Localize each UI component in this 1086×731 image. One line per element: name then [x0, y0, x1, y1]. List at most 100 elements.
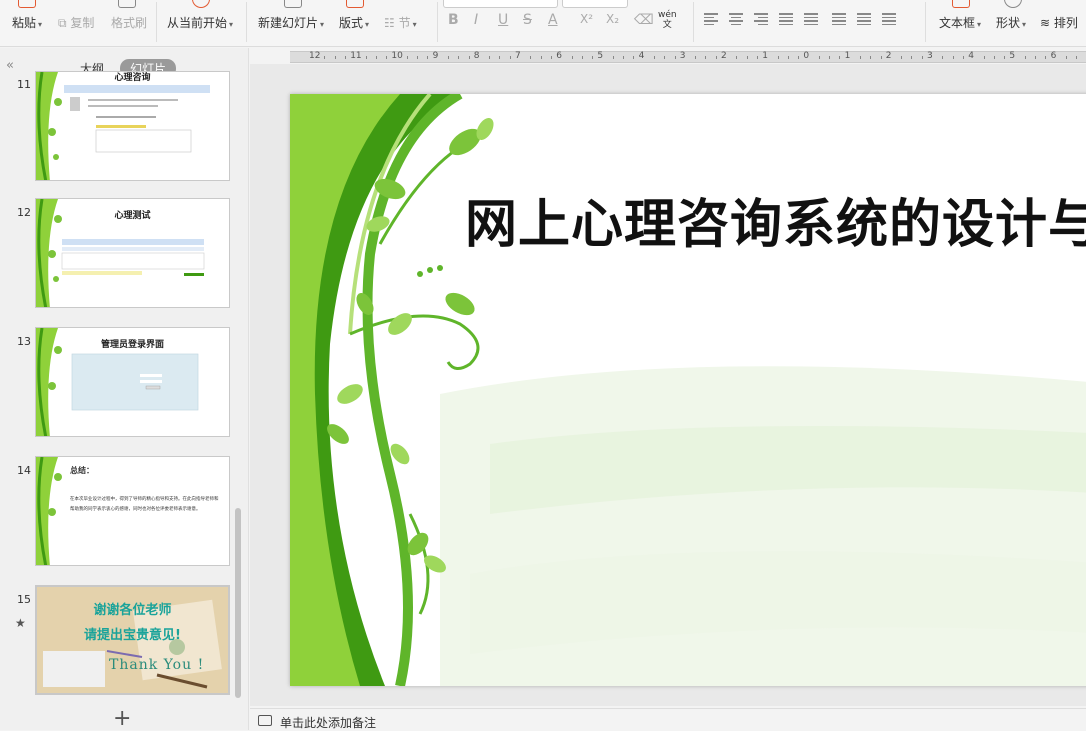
ruler-tick — [787, 56, 789, 59]
ruler-tick — [664, 56, 666, 59]
ruler-tick — [1076, 56, 1078, 59]
horizontal-ruler: 12 11 10 9 8 7 6 5 4 3 2 1 0 1 2 3 4 5 6 — [290, 51, 1086, 63]
add-slide-button[interactable]: + — [113, 708, 131, 730]
ruler-tick — [921, 56, 923, 59]
slide-thumbnail-body: 在本次毕业设计过程中，得到了导师的精心指导和支持。在此向指导老师和帮助我的同学表… — [70, 497, 219, 512]
slide-title[interactable]: 网上心理咨询系统的设计与 — [465, 182, 1086, 257]
ruler-tick — [983, 56, 985, 59]
ruler-tick — [447, 56, 449, 59]
copy-button[interactable]: ⧉ 复制 — [58, 14, 94, 31]
slide-thumbnail-12[interactable]: 心理测试 — [35, 198, 230, 308]
ruler-tick — [746, 56, 748, 59]
font-name-select[interactable] — [443, 0, 558, 8]
slide-thumbnail-title: 心理咨询 — [114, 73, 151, 83]
panel-scrollbar[interactable] — [235, 508, 241, 698]
ruler-tick — [633, 56, 635, 59]
ruler-label: 5 — [597, 51, 604, 61]
list-icon[interactable] — [882, 13, 896, 25]
ruler-tick — [674, 56, 676, 59]
slide-number: 13 — [17, 335, 31, 348]
slide-number: 14 — [17, 464, 31, 477]
notes-bar[interactable]: 单击此处添加备注 — [250, 708, 1086, 730]
ruler-label: 9 — [432, 51, 439, 61]
current-slide[interactable]: 网上心理咨询系统的设计与 — [290, 94, 1086, 686]
slide-thumbnail-15[interactable]: 谢谢各位老师 请提出宝贵意见! Thank You ! — [35, 585, 230, 695]
arrange-button[interactable]: ≋ 排列 — [1040, 14, 1078, 31]
strikethrough-icon[interactable]: S — [523, 12, 532, 28]
align-left-icon[interactable] — [704, 13, 718, 25]
textbox-icon — [952, 0, 970, 8]
ruler-tick — [829, 56, 830, 59]
subscript-icon[interactable]: X₂ — [606, 12, 619, 26]
italic-icon[interactable]: I — [474, 12, 478, 28]
underline-icon[interactable]: U — [498, 12, 508, 28]
ruler-tick — [859, 56, 861, 59]
shape-button[interactable]: 形状 ▾ — [996, 14, 1026, 31]
ruler-label: 6 — [1050, 51, 1057, 61]
align-right-icon[interactable] — [754, 13, 768, 25]
eraser-icon[interactable]: ⌫ — [634, 12, 654, 28]
slide-thumbnail-11[interactable]: 心理咨询 — [35, 71, 230, 181]
notes-placeholder[interactable]: 单击此处添加备注 — [280, 714, 376, 731]
section-button[interactable]: ☷ 节 ▾ — [384, 14, 417, 31]
ruler-tick — [623, 56, 624, 59]
slide-thumbnail-title: 管理员登录界面 — [100, 340, 164, 350]
shape-icon — [1004, 0, 1022, 8]
ruler-tick — [344, 56, 346, 59]
ruler-tick — [550, 56, 552, 59]
ruler-tick — [509, 56, 511, 59]
ruler-tick — [540, 56, 542, 59]
ruler-tick — [818, 56, 820, 59]
ruler-tick — [1035, 56, 1036, 59]
align-center-icon[interactable] — [729, 13, 743, 25]
new-slide-button[interactable]: 新建幻灯片 ▾ — [258, 14, 324, 31]
thank-you-text: Thank You ! — [109, 657, 205, 673]
slide-thumbnail-title: 总结： — [70, 466, 94, 475]
collapse-panel-button[interactable]: « — [6, 58, 14, 73]
slide-thumbnail-title: 心理测试 — [114, 211, 151, 221]
slide-number: 11 — [17, 78, 31, 91]
ruler-label: 0 — [803, 51, 810, 61]
slide-thumbnail-13[interactable]: 管理员登录界面 — [35, 327, 230, 437]
font-color-icon[interactable]: A — [548, 12, 558, 28]
ruler-label: 7 — [515, 51, 521, 61]
text-box-button[interactable]: 文本框 ▾ — [939, 14, 981, 31]
ruler-tick — [962, 56, 964, 59]
distribute-icon[interactable] — [804, 13, 818, 25]
format-painter-button[interactable]: 格式刷 — [111, 14, 147, 31]
ruler-tick — [406, 56, 408, 59]
ruler-tick — [581, 56, 583, 59]
pinyin-icon[interactable]: wén 文 — [658, 10, 677, 30]
ruler-tick — [1024, 56, 1026, 59]
bold-icon[interactable]: B — [448, 12, 459, 28]
ruler-label: 5 — [1009, 51, 1016, 61]
section-icon: ☷ — [384, 16, 399, 30]
superscript-icon[interactable]: X² — [580, 12, 593, 26]
notes-icon — [258, 715, 272, 726]
ruler-tick — [468, 56, 470, 59]
vine-decoration-icon — [36, 72, 210, 180]
ruler-tick — [839, 56, 841, 59]
ruler-tick — [695, 56, 697, 59]
slide-thumbnail-14[interactable]: 总结： 在本次毕业设计过程中，得到了导师的精心指导和支持。在此向指导老师和帮助我… — [35, 456, 230, 566]
ruler-label: 2 — [885, 51, 892, 61]
justify-icon[interactable] — [779, 13, 793, 25]
thanks-line-2: 请提出宝贵意见! — [84, 628, 181, 643]
ruler-tick — [324, 56, 326, 59]
thanks-line-1: 谢谢各位老师 — [93, 603, 172, 618]
indent-icon[interactable] — [857, 13, 871, 25]
ruler-label: 12 — [309, 51, 321, 61]
format-painter-icon — [118, 0, 136, 8]
ruler-tick — [911, 56, 913, 59]
ruler-tick — [427, 56, 429, 59]
slide-panel: « 大纲 幻灯片 11 心理咨询 12 心理测试 13 管理员登录界面 14 总… — [0, 48, 249, 730]
slide-number: 12 — [17, 206, 31, 219]
layout-button[interactable]: 版式 ▾ — [339, 14, 369, 31]
ruler-tick — [612, 56, 614, 59]
new-slide-icon — [284, 0, 302, 8]
paste-button[interactable]: 粘贴 ▾ — [12, 14, 42, 31]
ruler-tick — [365, 56, 367, 59]
from-current-button[interactable]: 从当前开始 ▾ — [167, 14, 233, 31]
font-size-select[interactable] — [562, 0, 628, 8]
line-spacing-icon[interactable] — [832, 13, 846, 25]
